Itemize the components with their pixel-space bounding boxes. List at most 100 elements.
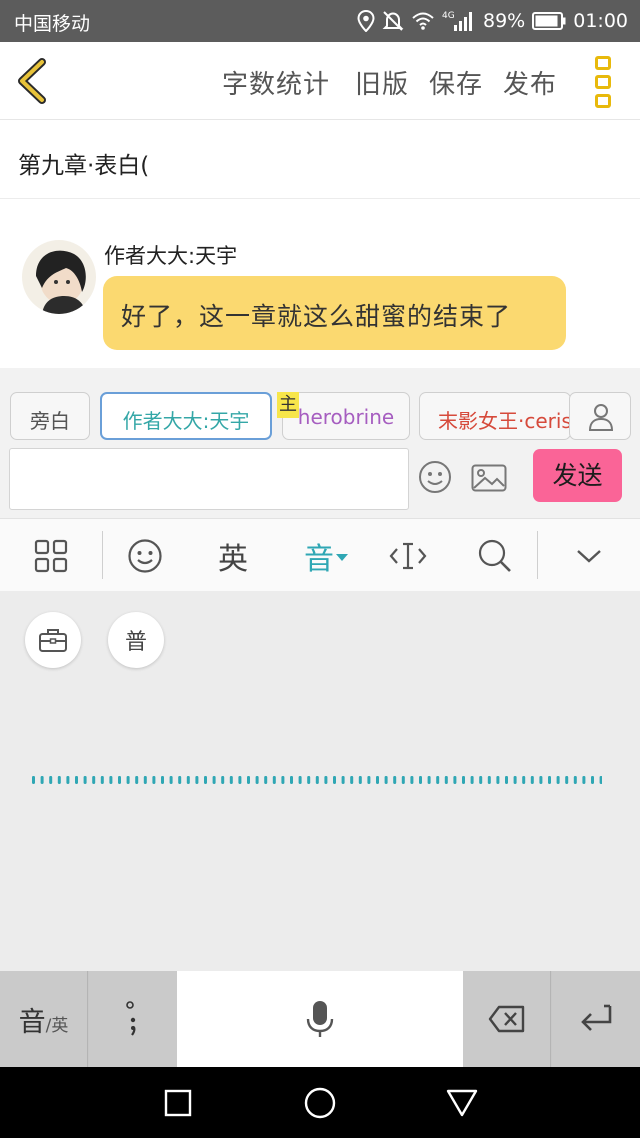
waveform-bar — [32, 776, 35, 784]
mandarin-label: 普 — [124, 630, 147, 655]
waveform-bar — [307, 776, 311, 784]
waveform-bar — [204, 776, 207, 784]
ime-grid-button[interactable] — [18, 519, 84, 592]
ime-english-button[interactable]: 英 — [200, 519, 266, 592]
circle-icon — [304, 1087, 336, 1119]
image-button[interactable] — [471, 464, 507, 496]
voice-label: 音 — [304, 541, 334, 577]
role-chip-author[interactable]: 作者大大:天宇 — [100, 392, 272, 440]
save-button[interactable]: 保存 — [429, 64, 483, 101]
waveform-bar — [290, 776, 293, 784]
language-switch-key[interactable]: 音 /英 — [0, 971, 88, 1067]
avatar-image — [22, 240, 96, 314]
briefcase-icon — [39, 629, 67, 652]
carrier-name: 中国移动 — [14, 13, 91, 35]
toolbox-button[interactable] — [25, 612, 81, 668]
waveform-bar — [126, 776, 130, 784]
waveform-bar — [135, 776, 139, 784]
author-avatar[interactable] — [22, 240, 96, 314]
old-version-button[interactable]: 旧版 — [355, 64, 409, 101]
english-label: 英 — [218, 541, 248, 577]
emoji-button[interactable] — [418, 460, 452, 498]
triangle-back-icon — [446, 1089, 478, 1117]
toolbar-divider — [102, 531, 103, 579]
status-bar: 中国移动 4G 89% 01:00 — [0, 0, 640, 42]
waveform-bar — [298, 776, 302, 784]
ime-search-button[interactable] — [462, 519, 528, 592]
send-button[interactable]: 发送 — [533, 449, 622, 502]
signal-icon: 4G — [442, 11, 472, 31]
voice-input-key[interactable] — [177, 971, 463, 1067]
search-icon — [478, 539, 511, 572]
lang-alt-label: /英 — [45, 1015, 69, 1036]
role-chip-herobrine[interactable]: herobrine — [282, 392, 410, 440]
enter-key[interactable] — [552, 971, 640, 1067]
lang-main-label: 音 — [18, 1006, 46, 1038]
waveform-bar — [195, 776, 199, 784]
composer-panel: 旁白 作者大大:天宇 herobrine 末影女王·ceris 发送 — [0, 368, 640, 518]
recents-button[interactable] — [164, 1089, 192, 1121]
voice-waveform — [32, 776, 602, 784]
manage-roles-button[interactable] — [569, 392, 631, 440]
ime-cursor-button[interactable] — [375, 519, 441, 592]
person-icon — [588, 404, 614, 431]
ime-voice-button[interactable]: 音 — [290, 519, 362, 592]
clock: 01:00 — [573, 10, 628, 32]
waveform-bar — [582, 776, 586, 784]
waveform-bar — [83, 776, 87, 784]
battery-percent: 89% — [483, 10, 526, 32]
chapter-title-field[interactable]: 第九章·表白( — [0, 121, 640, 199]
backspace-key[interactable] — [463, 971, 551, 1067]
punctuation-key[interactable] — [89, 971, 177, 1067]
battery-icon — [532, 12, 566, 30]
waveform-bar — [40, 776, 44, 784]
message-bubble[interactable]: 好了，这一章就这么甜蜜的结束了 — [103, 276, 566, 350]
enter-icon — [581, 1004, 612, 1031]
smiley-icon — [419, 461, 451, 493]
waveform-bar — [393, 776, 397, 784]
more-menu-button[interactable] — [595, 56, 613, 108]
back-button[interactable] — [14, 56, 54, 106]
chevron-down-icon — [577, 549, 601, 563]
waveform-bar — [410, 776, 414, 784]
ime-emoji-button[interactable] — [112, 519, 178, 592]
waveform-bar — [539, 776, 543, 784]
ime-collapse-button[interactable] — [556, 519, 622, 592]
waveform-bar — [229, 776, 233, 784]
publish-button[interactable]: 发布 — [503, 64, 557, 101]
message-input[interactable] — [9, 448, 409, 510]
waveform-bar — [109, 776, 113, 784]
waveform-bar — [556, 776, 560, 784]
mute-icon — [382, 11, 404, 31]
waveform-bar — [367, 776, 371, 784]
image-icon — [471, 464, 507, 492]
waveform-bar — [272, 776, 276, 784]
main-character-badge: 主 — [277, 392, 299, 418]
waveform-bar — [513, 776, 517, 784]
backspace-icon — [488, 1005, 524, 1033]
waveform-bar — [350, 776, 354, 784]
mandarin-button[interactable]: 普 — [108, 612, 164, 668]
network-label: 4G — [442, 11, 455, 21]
waveform-bar — [470, 776, 474, 784]
caret-down-icon — [336, 553, 348, 561]
waveform-bar — [212, 776, 216, 784]
location-icon — [357, 10, 375, 32]
role-chip-ender-queen[interactable]: 末影女王·ceris — [419, 392, 571, 440]
waveform-bar — [530, 776, 534, 784]
waveform-bar — [247, 776, 250, 784]
more-dot — [595, 75, 611, 89]
voice-input-panel: 普 — [0, 591, 640, 971]
waveform-bar — [281, 776, 285, 784]
back-nav-button[interactable] — [446, 1089, 478, 1121]
waveform-bar — [341, 776, 345, 784]
waveform-bar — [479, 776, 483, 784]
keyboard-bottom-row: 音 /英 — [0, 971, 640, 1067]
cursor-move-icon — [389, 542, 427, 569]
waveform-bar — [333, 776, 336, 784]
waveform-bar — [100, 776, 104, 784]
role-chip-narration[interactable]: 旁白 — [10, 392, 90, 440]
message-speaker: 作者大大:天宇 — [104, 244, 238, 268]
word-count-button[interactable]: 字数统计 — [222, 64, 330, 101]
home-button[interactable] — [304, 1087, 336, 1123]
